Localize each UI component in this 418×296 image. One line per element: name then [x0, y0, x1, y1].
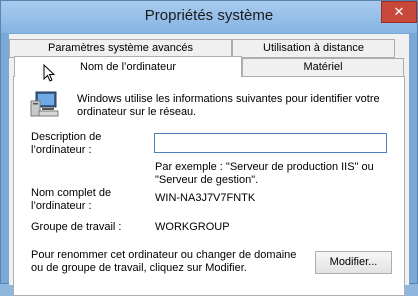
full-name-label-line-1: Nom complet de [31, 187, 112, 199]
system-properties-window: Propriétés système ✕ Paramètres système … [0, 0, 418, 296]
rename-text-line-2: ou de groupe de travail, cliquez sur Mod… [31, 262, 247, 274]
tab-label: Paramètres système avancés [48, 42, 193, 54]
intro-line-1: Windows utilise les informations suivant… [77, 93, 380, 105]
window-title: Propriétés système [144, 7, 274, 24]
tab-label: Utilisation à distance [263, 42, 364, 54]
computer-description-input[interactable] [154, 133, 387, 153]
modify-button[interactable]: Modifier... [315, 251, 392, 274]
description-label-line-1: Description de [31, 131, 102, 143]
dialog-client-area: Paramètres système avancés Utilisation à… [9, 34, 409, 296]
mouse-cursor-icon [43, 64, 55, 82]
example-line-1: Par exemple : "Serveur de production IIS… [155, 161, 374, 173]
tab-remote[interactable]: Utilisation à distance [232, 39, 395, 58]
full-name-value: WIN-NA3J7V7FNTK [155, 192, 256, 204]
close-icon: ✕ [393, 4, 405, 19]
tab-label: Matériel [303, 61, 343, 73]
tab-label: Nom de l’ordinateur [80, 61, 176, 73]
example-line-2: "Serveur de gestion". [155, 174, 259, 186]
workgroup-value: WORKGROUP [155, 221, 230, 233]
rename-text-line-1: Pour renommer cet ordinateur ou changer … [31, 249, 297, 261]
computer-icon [30, 91, 59, 117]
tab-hardware[interactable]: Matériel [242, 58, 404, 77]
workgroup-label: Groupe de travail : [31, 221, 122, 233]
close-button[interactable]: ✕ [381, 1, 417, 23]
title-bar[interactable]: Propriétés système ✕ [1, 1, 417, 33]
full-name-label-line-2: l’ordinateur : [31, 200, 92, 212]
description-label-line-2: l’ordinateur : [31, 144, 92, 156]
intro-line-2: ordinateur sur le réseau. [77, 106, 197, 118]
